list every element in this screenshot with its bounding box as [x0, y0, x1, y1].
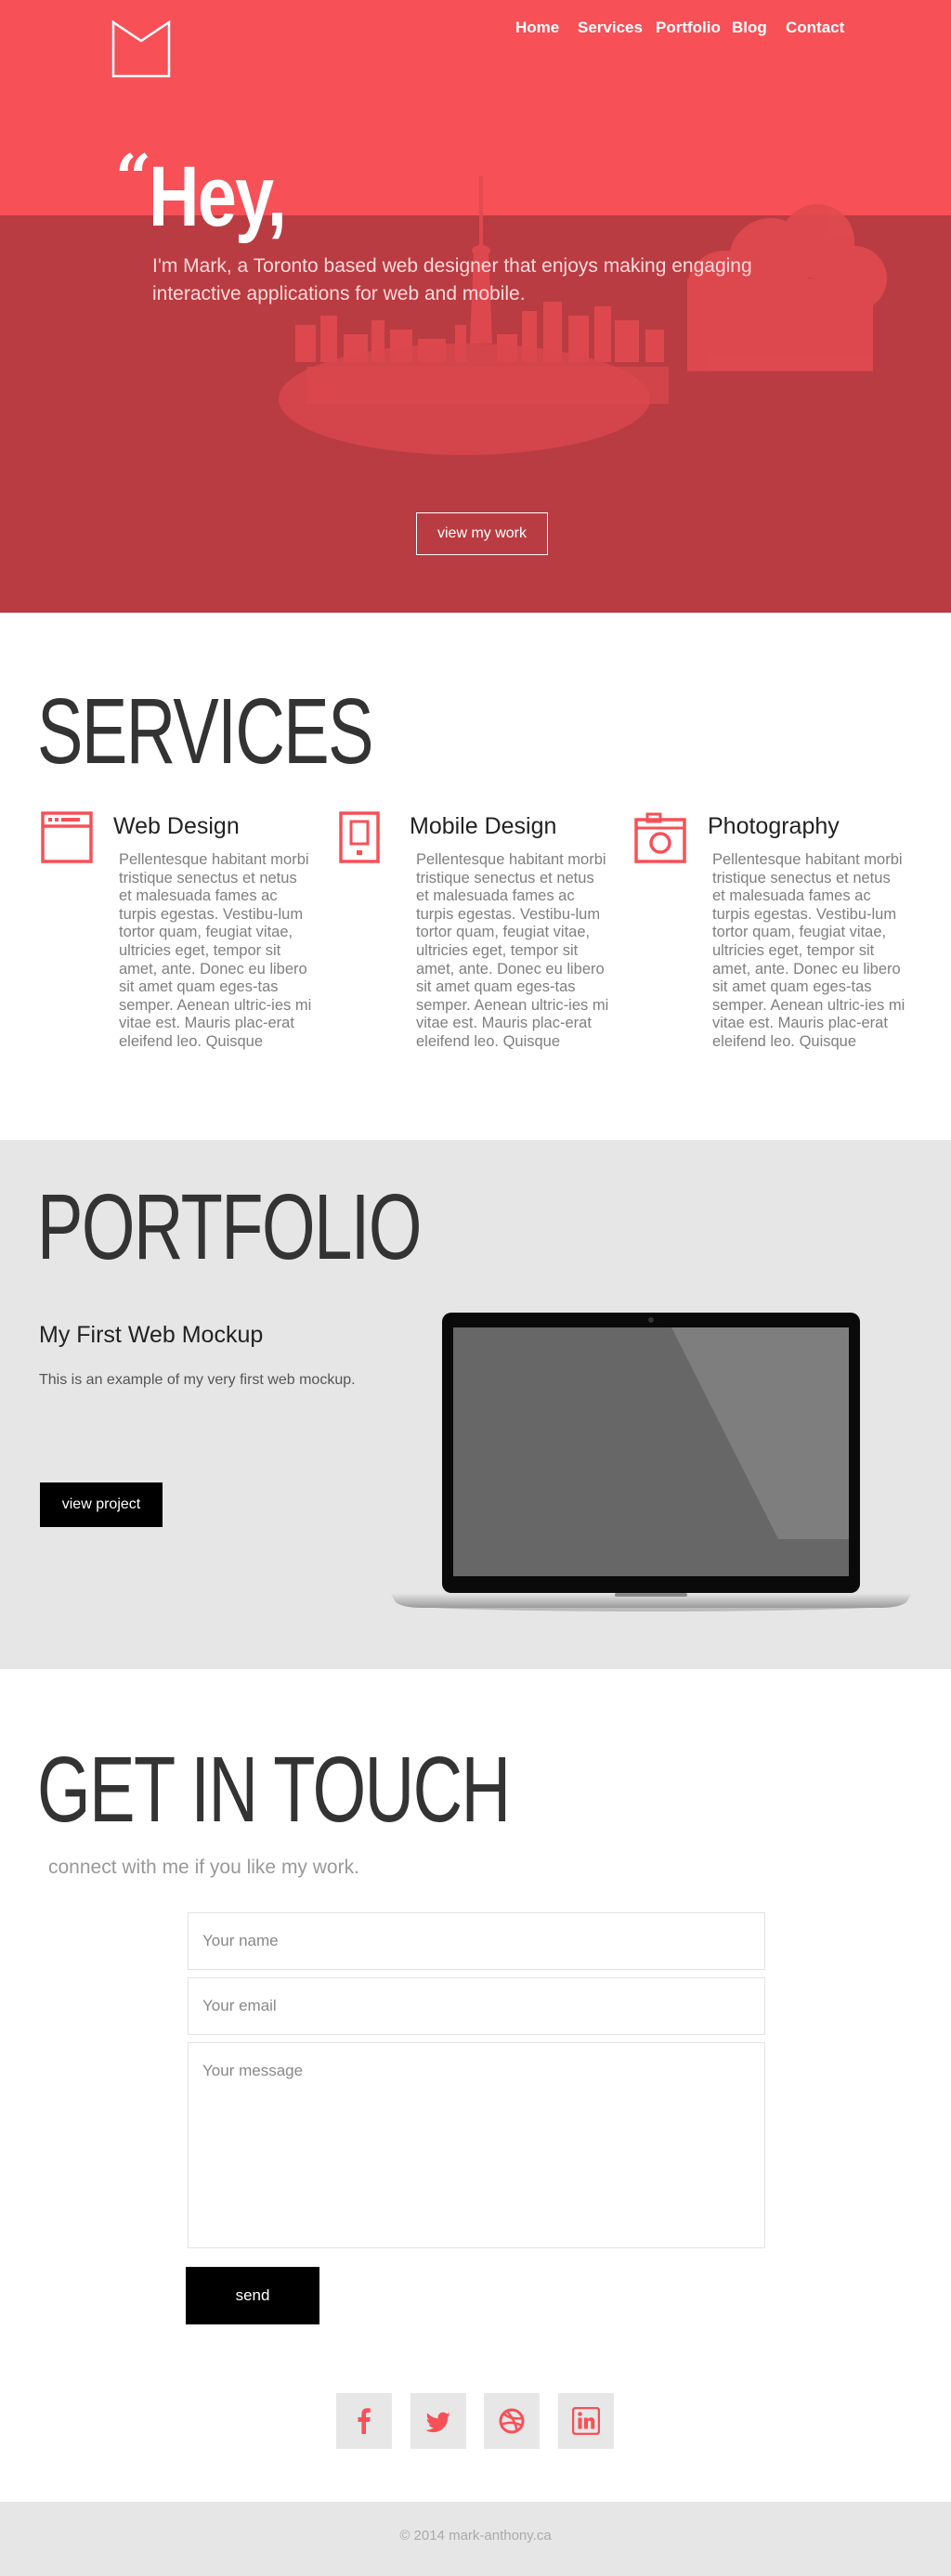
- name-field[interactable]: [188, 1912, 765, 1970]
- hero-section: Home Services Portfolio Blog Contact “ H…: [0, 0, 951, 613]
- dribbble-icon: [499, 2408, 525, 2434]
- quote-mark: “: [115, 141, 152, 215]
- contact-subtitle: connect with me if you like my work.: [48, 1857, 359, 1878]
- email-field[interactable]: [188, 1977, 765, 2035]
- send-button[interactable]: send: [186, 2267, 319, 2324]
- nav-item-services[interactable]: Services: [578, 19, 643, 37]
- message-field[interactable]: [188, 2042, 765, 2248]
- facebook-icon: [358, 2408, 371, 2434]
- main-nav: Home Services Portfolio Blog Contact: [502, 19, 910, 39]
- service-name-web-design: Web Design: [113, 813, 240, 839]
- nav-item-portfolio[interactable]: Portfolio: [656, 19, 721, 37]
- browser-window-icon: [41, 811, 93, 863]
- dribbble-link[interactable]: [484, 2393, 540, 2449]
- portfolio-title: PORTFOLIO: [37, 1175, 422, 1279]
- service-name-photography: Photography: [708, 813, 840, 839]
- project-title: My First Web Mockup: [39, 1322, 264, 1348]
- services-title: SERVICES: [37, 680, 374, 783]
- view-project-button[interactable]: view project: [40, 1482, 163, 1527]
- view-my-work-button[interactable]: view my work: [416, 512, 548, 555]
- footer-copyright: © 2014 mark-anthony.ca: [399, 2528, 552, 2544]
- nav-item-blog[interactable]: Blog: [732, 19, 767, 37]
- logo-icon[interactable]: [111, 20, 171, 78]
- footer: © 2014 mark-anthony.ca: [0, 2502, 951, 2576]
- service-desc-mobile-design: Pellentesque habitant morbi tristique se…: [416, 851, 609, 1050]
- laptop-mockup-image[interactable]: [388, 1309, 914, 1615]
- linkedin-icon: [572, 2407, 600, 2435]
- facebook-link[interactable]: [336, 2393, 392, 2449]
- service-name-mobile-design: Mobile Design: [410, 813, 557, 839]
- contact-title: GET IN TOUCH: [37, 1738, 511, 1842]
- service-desc-photography: Pellentesque habitant morbi tristique se…: [712, 851, 905, 1050]
- hero-title: Hey,: [149, 149, 287, 244]
- linkedin-link[interactable]: [558, 2393, 614, 2449]
- camera-icon: [634, 812, 686, 863]
- mobile-phone-icon: [339, 811, 380, 863]
- hero-intro-text: I'm Mark, a Toronto based web designer t…: [152, 255, 752, 304]
- nav-item-home[interactable]: Home: [515, 19, 559, 37]
- nav-item-contact[interactable]: Contact: [786, 19, 844, 37]
- twitter-icon: [425, 2412, 450, 2433]
- twitter-link[interactable]: [410, 2393, 466, 2449]
- service-desc-web-design: Pellentesque habitant morbi tristique se…: [119, 851, 312, 1050]
- project-description: This is an example of my very first web …: [39, 1372, 356, 1388]
